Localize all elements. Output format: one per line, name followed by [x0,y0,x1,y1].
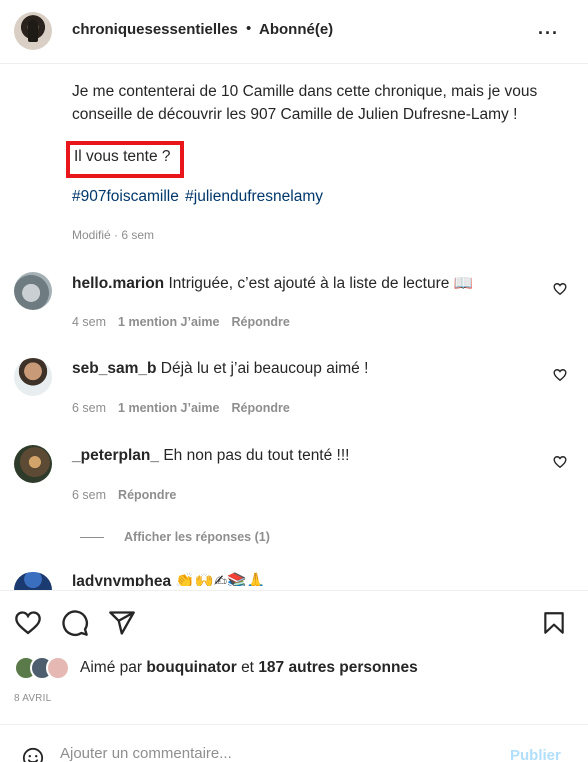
likes-prefix: Aimé par [80,659,143,676]
comment-text: Déjà lu et j’ai beaucoup aimé ! [160,360,369,377]
caption-question: Il vous tente ? [74,148,171,165]
caption-line: Je me contenterai de 10 Camille dans cet… [72,83,538,100]
comment-time: 6 sem [72,488,107,502]
caption-modified-time: Modifié · 6 sem [72,228,155,242]
reply-button[interactable]: Répondre [231,401,289,415]
reply-button[interactable]: Répondre [231,315,289,329]
author-username[interactable]: chroniquesessentielles [72,21,238,38]
post-caption: Je me contenterai de 10 Camille dans cet… [72,80,572,126]
emoji-smile-icon[interactable] [22,747,44,762]
reply-button[interactable]: Répondre [118,488,176,502]
publish-button[interactable]: Publier [510,747,561,762]
comment-avatar[interactable] [14,445,52,483]
share-send-icon[interactable] [108,609,136,637]
comment-username[interactable]: _peterplan_ [72,447,159,464]
post-actions-bar [0,590,588,646]
liker-username[interactable]: bouquinator [146,659,236,676]
comment-bubble-icon[interactable] [61,609,89,637]
header-separator: • [246,20,252,37]
comment-avatar[interactable] [14,272,52,310]
likes-middle: et [241,659,254,676]
comment-time: 4 sem [72,315,107,329]
like-heart-icon[interactable] [553,368,567,382]
caption-hashtags: #907foiscamille #juliendufresnelamy [72,188,325,206]
post-date: 8 AVRIL [14,693,52,704]
comment-username[interactable]: seb_sam_b [72,360,156,377]
comment-avatar[interactable] [14,358,52,396]
caption-line: conseille de découvrir les 907 Camille d… [72,106,518,123]
author-avatar[interactable] [14,12,52,50]
follow-status-button[interactable]: Abonné(e) [259,21,333,38]
post-header: chroniquesessentielles • Abonné(e) ... [0,0,588,64]
comment-input[interactable] [60,745,480,762]
comment-likes-link[interactable]: 1 mention J’aime [118,315,219,329]
comment-text: Eh non pas du tout tenté !!! [163,447,350,464]
view-replies-button[interactable]: Afficher les réponses (1) [80,530,270,544]
like-heart-icon[interactable] [553,282,567,296]
hashtag-link[interactable]: #juliendufresnelamy [185,188,323,205]
add-comment-bar: Publier [0,724,588,762]
save-bookmark-icon[interactable] [541,609,567,637]
liker-avatar[interactable] [46,656,70,680]
like-heart-icon[interactable] [553,455,567,469]
more-options-icon[interactable]: ... [538,18,559,39]
comment-likes-link[interactable]: 1 mention J’aime [118,401,219,415]
comment-text: Intriguée, c’est ajouté à la liste de le… [168,275,473,292]
comment-time: 6 sem [72,401,107,415]
comment-username[interactable]: hello.marion [72,275,164,292]
partial-comment-text: ladynymphea 👏🙌✍📚🙏 [72,573,266,586]
hashtag-link[interactable]: #907foiscamille [72,188,179,205]
comment-avatar[interactable] [14,572,52,590]
like-heart-icon[interactable] [14,609,42,637]
likes-others-link[interactable]: 187 autres personnes [258,659,417,676]
